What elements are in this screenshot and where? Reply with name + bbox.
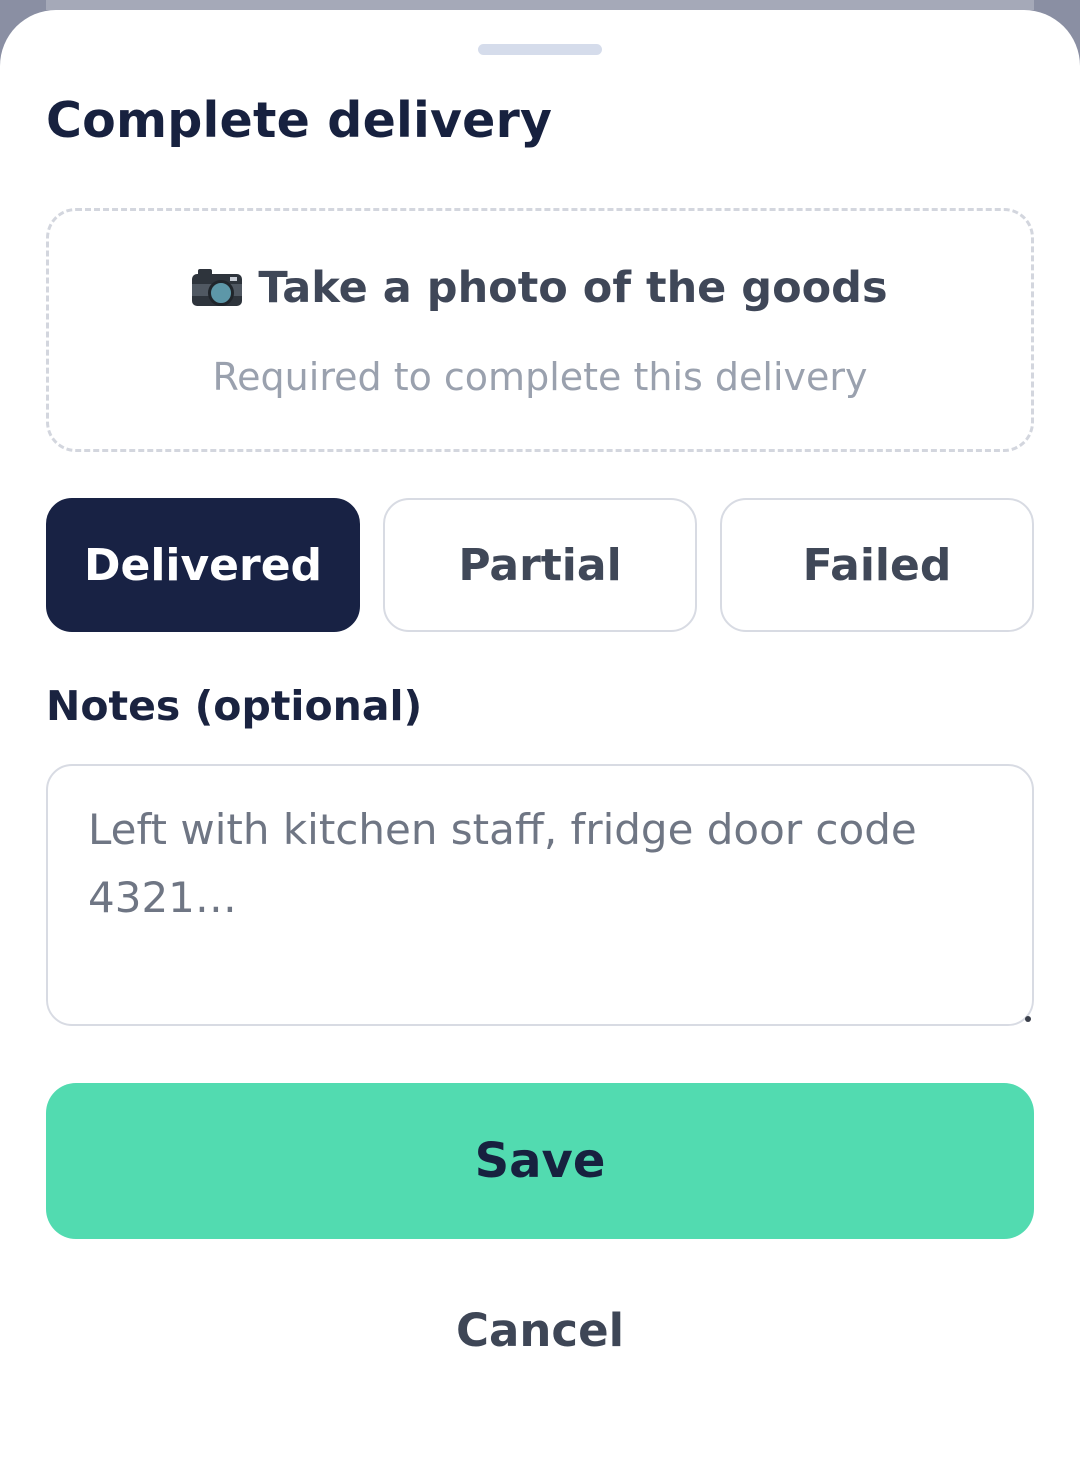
notes-label: Notes (optional) — [46, 682, 423, 730]
cancel-button[interactable]: Cancel — [340, 1290, 740, 1370]
photo-label: Take a photo of the goods — [258, 263, 888, 313]
complete-delivery-sheet: Complete delivery Take a photo of the go… — [0, 10, 1080, 1464]
photo-prompt: Take a photo of the goods — [49, 263, 1031, 313]
save-button[interactable]: Save — [46, 1083, 1034, 1239]
status-delivered-button[interactable]: Delivered — [46, 498, 360, 632]
textarea-resize-handle[interactable] — [1025, 1016, 1031, 1022]
notes-textarea[interactable] — [46, 764, 1034, 1026]
sheet-grab-handle[interactable] — [478, 44, 602, 55]
status-failed-button[interactable]: Failed — [720, 498, 1034, 632]
background-screen — [46, 0, 1034, 10]
camera-icon — [192, 266, 243, 306]
sheet-title: Complete delivery — [46, 92, 553, 149]
take-photo-button[interactable]: Take a photo of the goods Required to co… — [46, 208, 1034, 452]
status-partial-button[interactable]: Partial — [383, 498, 697, 632]
photo-hint: Required to complete this delivery — [212, 355, 868, 399]
